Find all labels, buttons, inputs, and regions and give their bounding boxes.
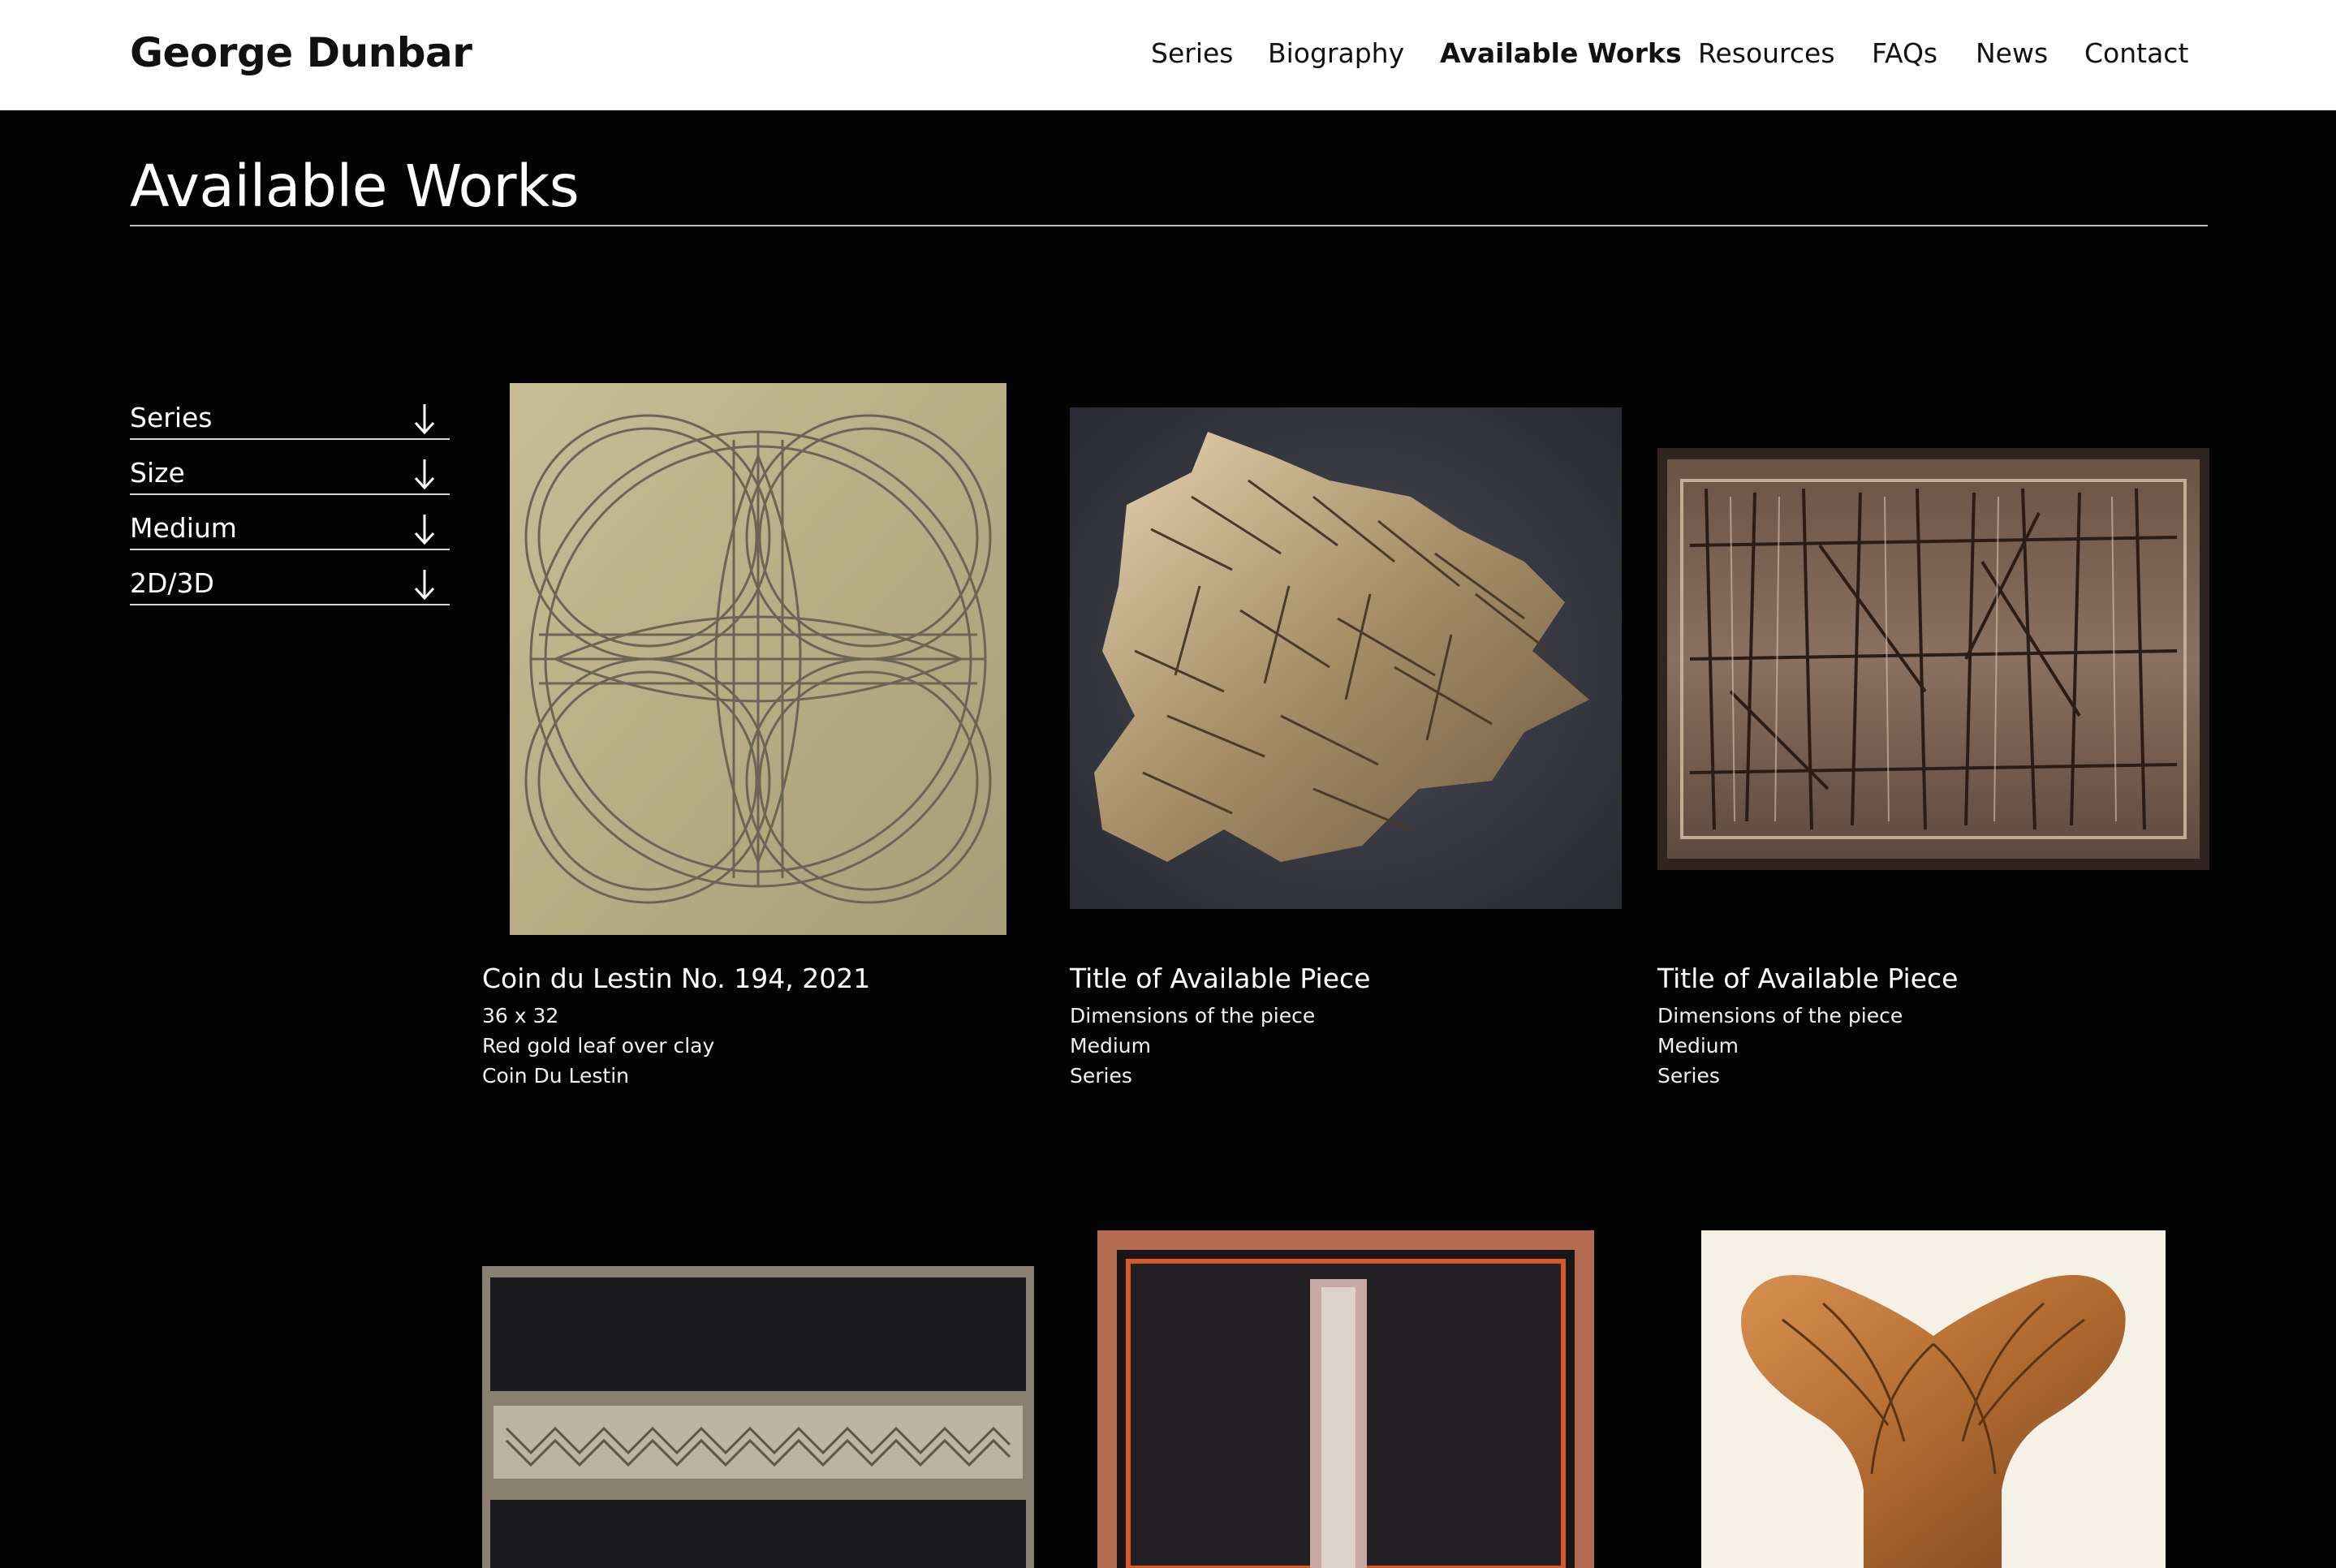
filter-series[interactable]: Series [130, 386, 450, 440]
filter-label: Size [130, 457, 185, 489]
artwork-image[interactable] [1070, 407, 1622, 909]
artwork-image[interactable] [1097, 1230, 1594, 1568]
nav-resources[interactable]: Resources [1698, 37, 1835, 69]
artwork-caption: Title of Available Piece Dimensions of t… [1070, 963, 1622, 1091]
artwork-dimensions: 36 x 32 [482, 1004, 559, 1027]
artwork-medium: Medium [1657, 1034, 1739, 1058]
nav-biography[interactable]: Biography [1268, 37, 1404, 69]
nav-available-works[interactable]: Available Works [1440, 37, 1682, 69]
artwork-image[interactable] [482, 1266, 1034, 1568]
nav-series[interactable]: Series [1151, 37, 1233, 69]
artwork-dimensions: Dimensions of the piece [1070, 1004, 1316, 1027]
artwork-caption: Coin du Lestin No. 194, 2021 36 x 32 Red… [482, 963, 1034, 1091]
artwork-image[interactable] [510, 383, 1006, 935]
arrow-down-icon [414, 515, 435, 545]
artwork-series: Series [1070, 1064, 1132, 1088]
nav-faqs[interactable]: FAQs [1872, 37, 1937, 69]
filter-label: Medium [130, 512, 237, 544]
filter-label: 2D/3D [130, 567, 214, 599]
artwork-series: Series [1657, 1064, 1720, 1088]
page-title: Available Works [130, 153, 580, 220]
artwork-title[interactable]: Coin du Lestin No. 194, 2021 [482, 963, 1034, 994]
artwork-dimensions: Dimensions of the piece [1657, 1004, 1903, 1027]
artwork-title[interactable]: Title of Available Piece [1657, 963, 2209, 994]
artwork-medium: Medium [1070, 1034, 1151, 1058]
arrow-down-icon [414, 570, 435, 601]
nav-news[interactable]: News [1976, 37, 2048, 69]
filter-2d-3d[interactable]: 2D/3D [130, 552, 450, 605]
main-nav: Series Biography Available Works Resourc… [0, 37, 2336, 78]
site-header: George Dunbar Series Biography Available… [0, 0, 2336, 110]
filter-label: Series [130, 402, 213, 433]
title-divider [130, 225, 2208, 226]
filter-size[interactable]: Size [130, 442, 450, 495]
artwork-image[interactable] [1701, 1230, 2166, 1568]
nav-contact[interactable]: Contact [2084, 37, 2188, 69]
artwork-title[interactable]: Title of Available Piece [1070, 963, 1622, 994]
filter-medium[interactable]: Medium [130, 497, 450, 550]
artwork-image[interactable] [1657, 448, 2209, 870]
arrow-down-icon [414, 404, 435, 435]
artwork-medium: Red gold leaf over clay [482, 1034, 715, 1058]
arrow-down-icon [414, 459, 435, 490]
artwork-caption: Title of Available Piece Dimensions of t… [1657, 963, 2209, 1091]
artwork-series: Coin Du Lestin [482, 1064, 630, 1088]
